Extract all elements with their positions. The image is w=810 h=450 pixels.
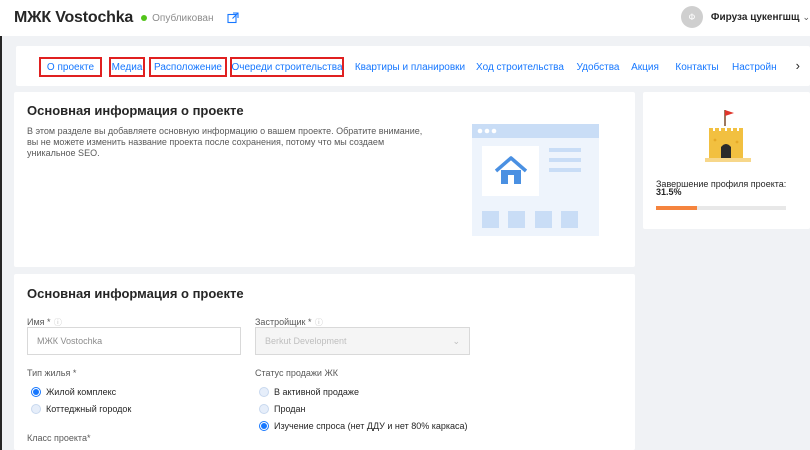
radio-sold[interactable]: Продан	[259, 404, 306, 414]
info-card-description: В этом разделе вы добавляете основную ин…	[27, 126, 423, 158]
radio-active-sale[interactable]: В активной продаже	[259, 387, 359, 397]
tab-promo[interactable]: Акция	[630, 57, 660, 77]
browser-house-illustration-icon	[472, 124, 599, 236]
radio-label: Изучение спроса (нет ДДУ и нет 80% карка…	[274, 421, 468, 431]
name-label-row: Имя * ⓘ	[27, 314, 62, 328]
name-field[interactable]	[27, 327, 241, 355]
status-badge: Опубликован	[141, 13, 213, 24]
project-class-label: Класс проекта*	[27, 433, 91, 443]
radio-housing-complex[interactable]: Жилой комплекс	[31, 387, 116, 397]
tab-about[interactable]: О проекте	[39, 57, 102, 77]
housing-type-label: Тип жилья *	[27, 368, 77, 378]
window-edge	[0, 36, 2, 450]
developer-select[interactable]: Berkut Development ⌄	[255, 327, 470, 355]
profile-progress-bar	[656, 206, 786, 210]
sales-status-label: Статус продажи ЖК	[255, 368, 338, 378]
castle-icon	[705, 110, 751, 162]
profile-completion-card: Завершение профиля проекта: 31.5%	[643, 92, 810, 229]
profile-completion-percent: 31.5%	[656, 187, 682, 197]
avatar: Ф	[680, 6, 703, 28]
user-name: Фируза цукенгшщ	[710, 11, 800, 23]
tab-location[interactable]: Расположение	[149, 57, 227, 77]
radio-label: Продан	[274, 404, 306, 414]
chevron-right-icon[interactable]: ›	[796, 58, 800, 73]
tab-media[interactable]: Медиа	[109, 57, 145, 77]
tab-amenities[interactable]: Удобства	[576, 57, 620, 77]
radio-demand-study[interactable]: Изучение спроса (нет ДДУ и нет 80% карка…	[259, 421, 468, 431]
chevron-down-icon: ⌄	[452, 336, 460, 346]
project-title: МЖК Vostochka	[14, 9, 134, 26]
tab-construction-queues[interactable]: Очереди строительства	[230, 57, 344, 77]
radio-unchecked-icon	[31, 404, 41, 414]
tab-settings[interactable]: Настройн	[732, 57, 780, 77]
tab-apartments[interactable]: Квартиры и планировки	[354, 57, 466, 77]
radio-label: В активной продаже	[274, 387, 359, 397]
status-text: Опубликован	[152, 12, 214, 24]
profile-progress-fill	[656, 206, 697, 210]
developer-label-row: Застройщик * ⓘ	[255, 314, 323, 328]
radio-cottage-town[interactable]: Коттеджный городок	[31, 404, 131, 414]
radio-label: Жилой комплекс	[46, 387, 117, 397]
radio-checked-icon	[31, 387, 41, 397]
name-label: Имя *	[27, 317, 51, 327]
radio-checked-icon	[259, 421, 269, 431]
section-tabs: О проекте Медиа Расположение Очереди стр…	[16, 46, 810, 86]
form-card: Основная информация о проекте Имя * ⓘ За…	[14, 274, 635, 450]
external-link-icon[interactable]	[227, 12, 240, 24]
info-card: Основная информация о проекте В этом раз…	[14, 92, 635, 267]
chevron-down-icon: ⌄	[802, 11, 810, 22]
form-title: Основная информация о проекте	[27, 286, 244, 301]
radio-label: Коттеджный городок	[46, 404, 132, 414]
radio-unchecked-icon	[259, 387, 269, 397]
info-icon: ⓘ	[314, 318, 323, 327]
top-bar: МЖК Vostochka Опубликован Ф Фируза цукен…	[0, 0, 810, 36]
name-input[interactable]	[37, 336, 240, 346]
status-dot-icon	[141, 15, 148, 21]
developer-value: Berkut Development	[265, 336, 347, 346]
info-card-title: Основная информация о проекте	[27, 103, 244, 118]
developer-label: Застройщик *	[255, 317, 312, 327]
tab-progress[interactable]: Ход строительства	[476, 57, 564, 77]
radio-unchecked-icon	[259, 404, 269, 414]
tab-contacts[interactable]: Контакты	[672, 57, 722, 77]
user-menu[interactable]: Ф Фируза цукенгшщ ⌄	[680, 6, 810, 28]
info-icon: ⓘ	[53, 318, 62, 327]
